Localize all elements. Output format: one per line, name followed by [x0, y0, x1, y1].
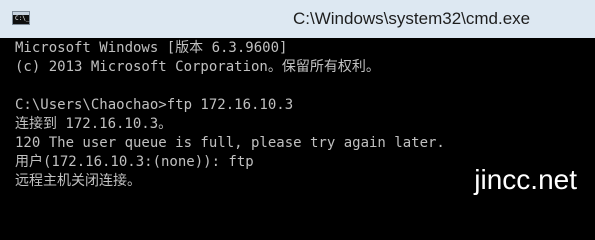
console-line: 120 The user queue is full, please try a…: [15, 135, 445, 151]
window-title: C:\Windows\system32\cmd.exe: [293, 9, 531, 28]
console-line: 远程主机关闭连接。: [15, 173, 141, 189]
console-icon[interactable]: C:\_: [12, 11, 30, 25]
console-line: (c) 2013 Microsoft Corporation。保留所有权利。: [15, 59, 380, 75]
console-line: 用户(172.16.10.3:(none)): ftp: [15, 154, 254, 170]
title-bar[interactable]: C:\_ C:\Windows\system32\cmd.exe: [0, 0, 595, 38]
watermark-text: jincc.net: [474, 164, 577, 195]
console-line: 连接到 172.16.10.3。: [15, 116, 173, 132]
console-line: C:\Users\Chaochao>ftp 172.16.10.3: [15, 97, 294, 113]
console-icon-prompt: C:\_: [15, 15, 30, 22]
console-line: Microsoft Windows [版本 6.3.9600]: [15, 40, 288, 56]
cmd-window: C:\_ C:\Windows\system32\cmd.exe Microso…: [0, 0, 595, 213]
